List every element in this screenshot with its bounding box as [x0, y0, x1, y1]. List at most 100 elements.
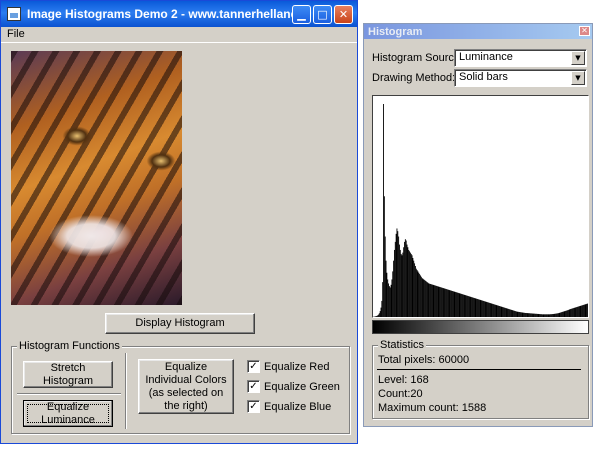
histogram-bar — [508, 308, 510, 317]
histogram-bar — [521, 312, 523, 317]
histogram-bar — [437, 286, 439, 317]
maximize-button[interactable]: □ — [313, 4, 332, 24]
histogram-bar — [391, 279, 393, 317]
histogram-bar — [455, 292, 457, 317]
histogram-window-title: Histogram — [368, 25, 423, 38]
histogram-bar — [498, 305, 500, 317]
histogram-bar — [558, 312, 560, 317]
histogram-bar — [375, 316, 377, 317]
group-horizontal-divider — [17, 393, 121, 395]
histogram-bar — [433, 285, 435, 317]
histogram-bar — [582, 305, 584, 317]
method-select[interactable]: Solid bars ▼ — [454, 69, 587, 87]
histogram-bar — [456, 292, 458, 317]
histogram-bar — [540, 314, 542, 317]
histogram-bar — [526, 313, 528, 317]
method-value: Solid bars — [459, 71, 508, 83]
histogram-bar — [563, 311, 565, 317]
histogram-bar — [383, 104, 384, 317]
histogram-bar — [503, 307, 505, 317]
histogram-bar — [576, 307, 578, 317]
close-button[interactable]: ✕ — [334, 4, 353, 24]
histogram-titlebar[interactable]: Histogram ✕ — [364, 24, 592, 39]
histogram-bar — [580, 305, 582, 317]
histogram-bar — [381, 300, 383, 317]
luminance-gradient-bar — [372, 320, 589, 334]
histogram-bar — [461, 293, 463, 317]
chevron-down-icon[interactable]: ▼ — [571, 51, 585, 65]
equalize-red-checkbox[interactable]: ✓ — [247, 360, 260, 373]
histogram-bar — [566, 310, 568, 317]
histogram-bar — [401, 255, 403, 317]
histogram-bar — [553, 313, 555, 317]
histogram-close-button[interactable]: ✕ — [579, 26, 590, 36]
histogram-bar — [524, 312, 526, 317]
equalize-green-checkbox-row[interactable]: ✓ Equalize Green — [247, 380, 340, 393]
histogram-window: Histogram ✕ Histogram Source: Luminance … — [363, 23, 593, 427]
histogram-bar — [512, 310, 514, 317]
histogram-bar — [511, 310, 513, 317]
histogram-bar — [409, 252, 411, 317]
histogram-bar — [525, 312, 527, 317]
histogram-bar — [573, 307, 575, 317]
minimize-button[interactable]: ▁ — [292, 4, 311, 24]
equalize-red-checkbox-row[interactable]: ✓ Equalize Red — [247, 360, 329, 373]
histogram-bar — [411, 255, 413, 317]
histogram-bar — [406, 244, 408, 317]
histogram-bar — [548, 314, 550, 317]
histogram-bar — [520, 312, 522, 317]
equalize-green-checkbox[interactable]: ✓ — [247, 380, 260, 393]
histogram-bar — [412, 257, 414, 317]
stretch-histogram-button[interactable]: Stretch Histogram — [23, 361, 113, 388]
histogram-bar — [453, 291, 455, 317]
histogram-bar — [427, 282, 429, 317]
display-histogram-button[interactable]: Display Histogram — [105, 313, 255, 334]
histogram-bar — [483, 301, 485, 317]
histogram-bar — [529, 313, 531, 317]
histogram-bar — [388, 286, 390, 317]
histogram-bar — [396, 228, 398, 317]
histogram-bar — [518, 311, 520, 317]
histogram-bar — [472, 297, 474, 317]
histogram-bar — [387, 279, 389, 317]
histogram-bar — [530, 313, 532, 317]
histogram-bar — [395, 233, 397, 317]
histogram-bar — [419, 274, 421, 317]
histogram-bar — [479, 299, 481, 317]
histogram-bar — [398, 236, 400, 317]
histogram-bar — [510, 309, 512, 317]
histogram-chart[interactable] — [372, 95, 589, 318]
main-titlebar[interactable]: Image Histograms Demo 2 - www.tannerhell… — [1, 1, 357, 27]
histogram-bar — [413, 260, 415, 317]
histogram-bar — [467, 295, 468, 317]
histogram-bar — [483, 300, 484, 317]
app-icon — [7, 7, 21, 21]
histogram-bar — [467, 296, 469, 317]
histogram-bar — [557, 313, 559, 317]
histogram-bar — [410, 253, 412, 317]
equalize-blue-checkbox[interactable]: ✓ — [247, 400, 260, 413]
chevron-down-icon[interactable]: ▼ — [571, 71, 585, 85]
histogram-bar — [378, 313, 380, 317]
histogram-bar — [446, 289, 448, 317]
histogram-bar — [530, 313, 531, 317]
histogram-bar — [544, 314, 546, 317]
histogram-bar — [582, 304, 584, 317]
histogram-bar — [405, 240, 407, 317]
equalize-luminance-button[interactable]: Equalize Luminance — [23, 400, 113, 427]
histogram-bar — [549, 314, 551, 317]
menu-file[interactable]: File — [7, 28, 25, 40]
histogram-bar — [498, 306, 500, 317]
histogram-bar — [409, 251, 410, 317]
histogram-bar — [572, 308, 574, 317]
histogram-bar — [458, 293, 460, 317]
source-select[interactable]: Luminance ▼ — [454, 49, 587, 67]
histogram-bar — [541, 314, 543, 317]
equalize-individual-button[interactable]: Equalize Individual Colors (as selected … — [138, 359, 234, 414]
histogram-bar — [534, 313, 536, 317]
histogram-bar — [536, 313, 538, 317]
histogram-bar — [556, 313, 557, 317]
equalize-red-label: Equalize Red — [264, 360, 330, 373]
equalize-blue-checkbox-row[interactable]: ✓ Equalize Blue — [247, 400, 331, 413]
histogram-bar — [404, 241, 405, 317]
